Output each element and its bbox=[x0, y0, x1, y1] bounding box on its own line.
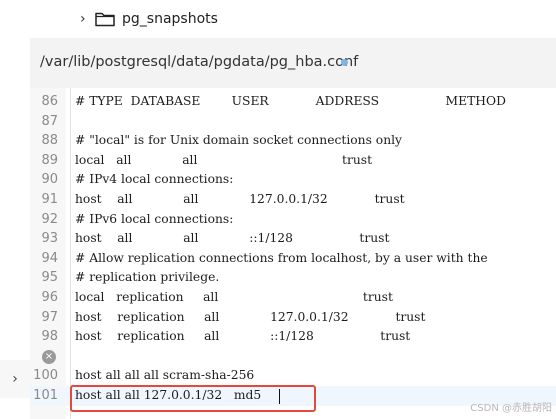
file-tree-row[interactable]: › pg_snapshots bbox=[0, 0, 556, 38]
code-text[interactable]: host all all all scram-sha-256 bbox=[75, 366, 254, 386]
code-text[interactable]: # IPv4 local connections: bbox=[75, 170, 233, 190]
code-line[interactable]: 89 local all all trust bbox=[30, 151, 556, 171]
code-line[interactable]: 90 # IPv4 local connections: bbox=[30, 170, 556, 190]
text-cursor bbox=[279, 389, 280, 404]
code-line[interactable]: 97 host replication all 127.0.0.1/32 trus… bbox=[30, 308, 556, 328]
line-number: 90 bbox=[41, 172, 58, 188]
code-text[interactable]: # IPv6 local connections: bbox=[75, 210, 233, 230]
code-line[interactable]: 96 local replication all trust bbox=[30, 288, 556, 308]
sidebar-toggle-button[interactable]: › bbox=[0, 360, 31, 398]
watermark: CSDN @赤胜胡阳 bbox=[470, 403, 552, 414]
line-number: 89 bbox=[41, 152, 58, 168]
code-text[interactable]: host all all 127.0.0.1/32 trust bbox=[75, 190, 405, 210]
line-number: 97 bbox=[41, 309, 58, 325]
code-editor[interactable]: 86 # TYPE DATABASE USER ADDRESS METHOD 87 8… bbox=[30, 88, 556, 419]
code-text[interactable]: host replication all 127.0.0.1/32 trust bbox=[75, 308, 425, 328]
code-text[interactable]: # replication privilege. bbox=[75, 268, 219, 288]
line-number: 100 bbox=[33, 368, 58, 384]
code-text[interactable]: host replication all ::1/128 trust bbox=[75, 327, 410, 347]
code-line[interactable]: 86 # TYPE DATABASE USER ADDRESS METHOD bbox=[30, 92, 556, 112]
code-line[interactable]: 93 host all all ::1/128 trust bbox=[30, 229, 556, 249]
unsaved-dot-icon bbox=[341, 59, 348, 66]
line-number: 98 bbox=[41, 329, 58, 345]
code-text[interactable]: # Allow replication connections from loc… bbox=[75, 249, 488, 269]
line-number: 95 bbox=[41, 270, 58, 286]
file-path[interactable]: /var/lib/postgresql/data/pgdata/pg_hba.c… bbox=[40, 53, 358, 71]
code-line[interactable]: 91 host all all 127.0.0.1/32 trust bbox=[30, 190, 556, 210]
code-line[interactable]: 99× bbox=[30, 347, 556, 367]
editor-tab-header: /var/lib/postgresql/data/pgdata/pg_hba.c… bbox=[30, 38, 556, 88]
folder-icon bbox=[95, 12, 115, 27]
line-number: 93 bbox=[41, 231, 58, 247]
line-number: 87 bbox=[41, 113, 58, 129]
line-number: 101 bbox=[33, 387, 58, 403]
code-text[interactable]: host all all ::1/128 trust bbox=[75, 229, 389, 249]
code-line[interactable]: 100 host all all all scram-sha-256 bbox=[30, 366, 556, 386]
line-number: 86 bbox=[41, 94, 58, 109]
code-line[interactable]: 95 # replication privilege. bbox=[30, 268, 556, 288]
screenshot-root: › pg_snapshots › /var/lib/postgresql/dat… bbox=[0, 0, 556, 419]
code-line[interactable]: 87 bbox=[30, 112, 556, 132]
line-number: 92 bbox=[41, 211, 58, 227]
chevron-right-icon[interactable]: › bbox=[80, 11, 90, 27]
line-number: 91 bbox=[41, 191, 58, 207]
code-text[interactable]: # TYPE DATABASE USER ADDRESS METHOD bbox=[75, 92, 506, 112]
code-line[interactable]: 92 # IPv6 local connections: bbox=[30, 210, 556, 230]
close-circle-icon[interactable]: × bbox=[42, 349, 56, 364]
line-number: 94 bbox=[41, 250, 58, 266]
code-lines[interactable]: 86 # TYPE DATABASE USER ADDRESS METHOD 87 8… bbox=[30, 92, 556, 406]
code-line[interactable]: 94 # Allow replication connections from l… bbox=[30, 249, 556, 269]
code-text[interactable]: local replication all trust bbox=[75, 288, 393, 308]
code-text[interactable]: local all all trust bbox=[75, 151, 372, 171]
code-line[interactable]: 88 # "local" is for Unix domain socket co… bbox=[30, 131, 556, 151]
code-line[interactable]: 98 host replication all ::1/128 trust bbox=[30, 327, 556, 347]
line-number: 88 bbox=[41, 133, 58, 149]
folder-label[interactable]: pg_snapshots bbox=[122, 10, 218, 28]
code-text[interactable]: # "local" is for Unix domain socket conn… bbox=[75, 131, 402, 151]
line-number: 96 bbox=[41, 289, 58, 305]
